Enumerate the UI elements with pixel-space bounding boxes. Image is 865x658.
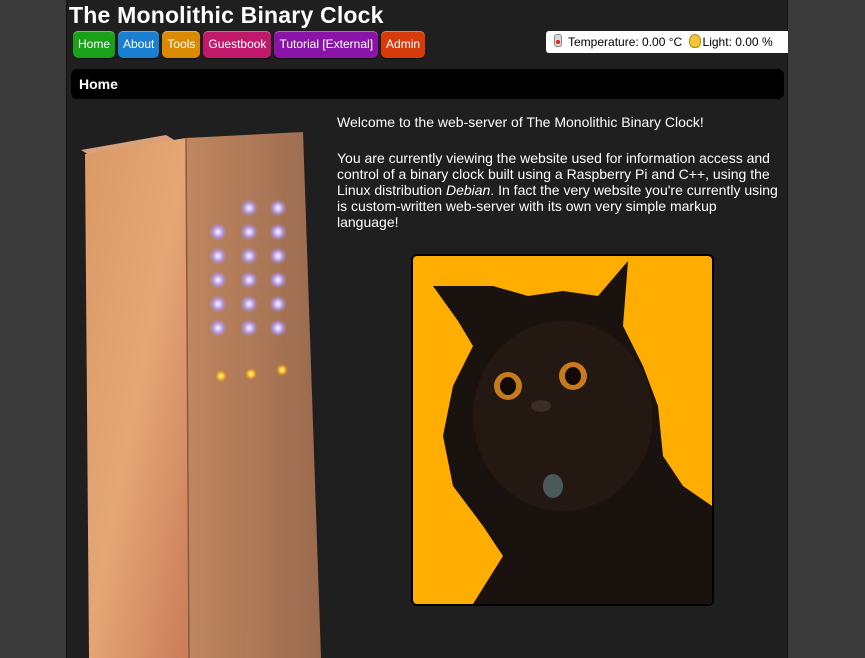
site-title: The Monolithic Binary Clock [69, 2, 384, 28]
nav-home-button[interactable]: Home [73, 31, 116, 58]
cat-photo [411, 254, 714, 606]
page-container: The Monolithic Binary Clock Home About T… [66, 0, 788, 658]
sensor-status-box: Temperature: 0.00 °C Light: 0.00 % [546, 31, 788, 53]
main-content: Welcome to the web-server of The Monolit… [337, 114, 782, 250]
intro-emphasis: Debian [445, 182, 491, 198]
nav-tutorial-button[interactable]: Tutorial [External] [274, 31, 379, 58]
welcome-text: Welcome to the web-server of The Monolit… [337, 114, 704, 130]
lightbulb-icon [688, 34, 701, 48]
intro-paragraph: You are currently viewing the website us… [337, 150, 782, 230]
page-title: Home [79, 76, 118, 92]
light-value: 0.00 % [735, 35, 773, 49]
main-nav: Home About Tools Guestbook Tutorial [Ext… [73, 31, 426, 58]
nav-guestbook-button[interactable]: Guestbook [203, 31, 272, 58]
page-header-bar: Home [71, 69, 784, 99]
nav-tools-button[interactable]: Tools [162, 31, 201, 58]
light-label: Light: [702, 35, 732, 49]
nav-about-button[interactable]: About [118, 31, 160, 58]
nav-admin-button[interactable]: Admin [381, 31, 426, 58]
temperature-value: 0.00 °C [642, 35, 683, 49]
temperature-label: Temperature: [568, 35, 639, 49]
thermometer-icon [554, 34, 562, 47]
monolith-clock-photo [81, 132, 321, 658]
